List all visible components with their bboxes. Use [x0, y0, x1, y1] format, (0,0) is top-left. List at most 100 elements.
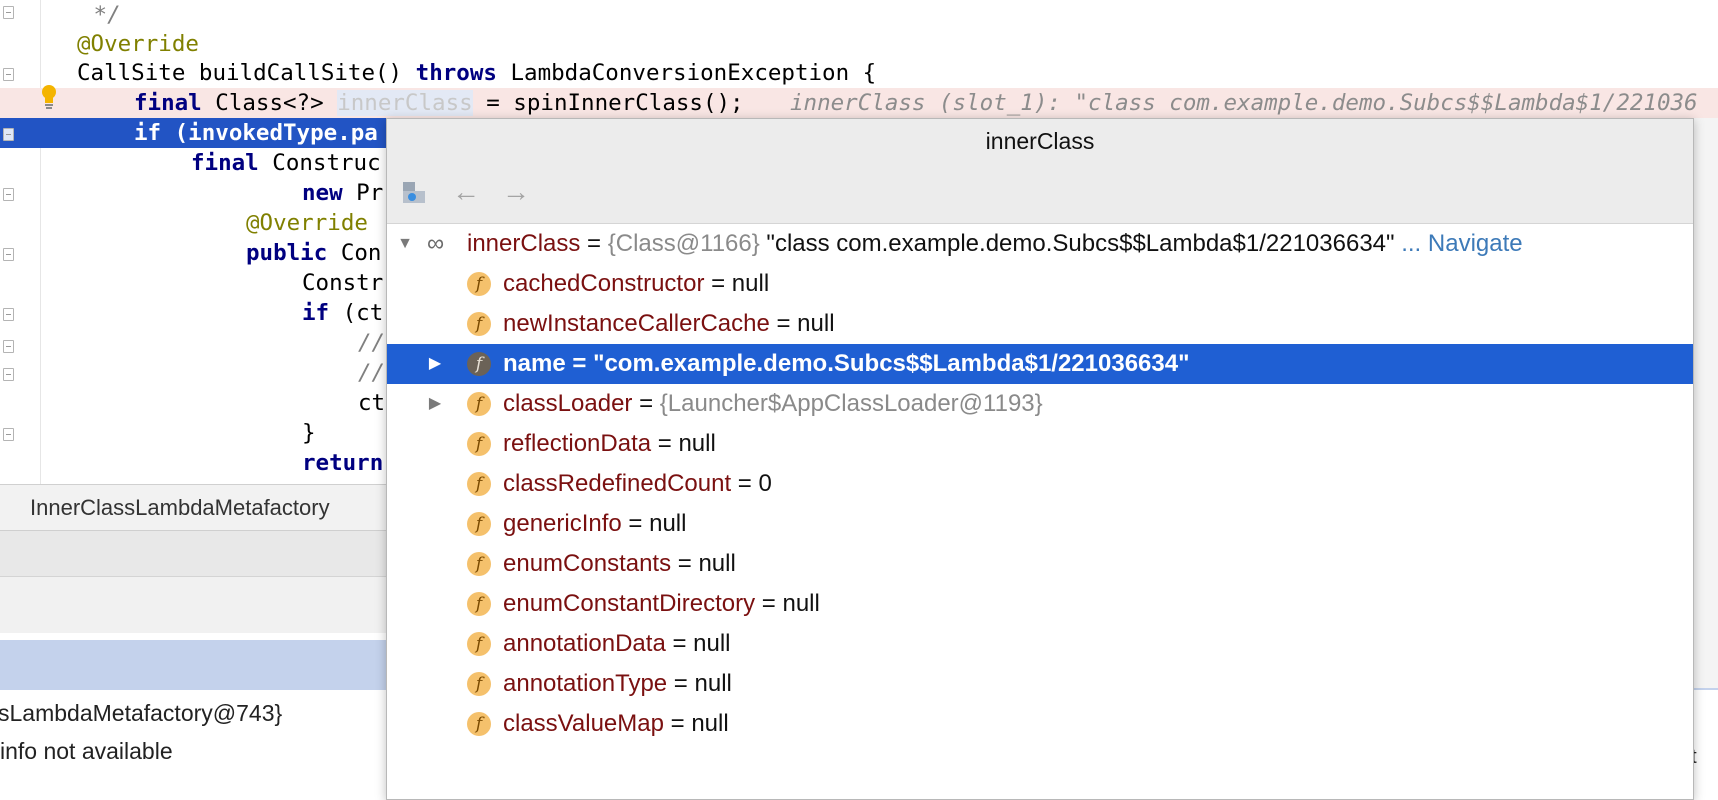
tree-field-row[interactable]: f annotationData = null: [387, 624, 1693, 664]
inline-debug-value: innerClass (slot_1): "class com.example.…: [790, 90, 1698, 116]
equals-sign: =: [731, 470, 759, 497]
field-value: null: [782, 590, 820, 617]
tree-field-row[interactable]: f reflectionData = null: [387, 424, 1693, 464]
equals-sign: =: [704, 270, 732, 297]
field-name: classValueMap: [503, 710, 664, 737]
field-label: name = "com.example.demo.Subcs$$Lambda$1…: [503, 344, 1189, 384]
field-icon: f: [467, 472, 491, 496]
tree-field-row[interactable]: ▶ f name = "com.example.demo.Subcs$$Lambda…: [387, 344, 1693, 384]
variable-usage-highlight[interactable]: innerClass: [337, 90, 473, 116]
tree-field-row[interactable]: f classRedefinedCount = 0: [387, 464, 1693, 504]
fold-marker-icon[interactable]: [3, 368, 14, 381]
field-icon: f: [467, 592, 491, 616]
code-text: (ct: [329, 300, 384, 326]
field-name: annotationType: [503, 670, 668, 697]
field-name: newInstanceCallerCache: [503, 310, 770, 337]
field-icon: f: [467, 512, 491, 536]
code-text: (invokedType.pa: [161, 120, 378, 146]
fold-marker-icon[interactable]: [3, 340, 14, 353]
field-label: newInstanceCallerCache = null: [503, 304, 835, 344]
equals-sign: =: [665, 630, 694, 657]
tree-field-row[interactable]: f enumConstants = null: [387, 544, 1693, 584]
keyword-text: throws: [415, 60, 497, 86]
variable-row[interactable]: info not available: [0, 738, 173, 765]
code-text: Pr: [342, 180, 384, 206]
breadcrumb-item[interactable]: InnerClassLambdaMetafactory: [30, 495, 330, 521]
navigate-link[interactable]: ... Navigate: [1401, 230, 1522, 257]
equals-sign: =: [663, 710, 692, 737]
chevron-down-icon[interactable]: ▼: [395, 224, 415, 264]
field-value: null: [731, 270, 770, 297]
code-line: */: [0, 0, 1718, 30]
arrow-left-icon[interactable]: ←: [451, 177, 481, 207]
field-name: genericInfo: [503, 510, 622, 537]
comment-text: */: [80, 2, 121, 28]
fold-marker-icon[interactable]: [3, 6, 14, 19]
field-name: classRedefinedCount: [503, 470, 732, 497]
root-value: "class com.example.demo.Subcs$$Lambda$1/…: [759, 230, 1395, 257]
field-name: enumConstants: [503, 550, 672, 577]
keyword-text: final: [191, 150, 259, 176]
keyword-text: public: [246, 240, 328, 266]
field-value: 0: [758, 470, 772, 497]
equals-sign: =: [632, 390, 660, 417]
object-browse-icon[interactable]: [401, 177, 431, 207]
popup-toolbar: ← →: [387, 163, 1693, 224]
field-name: annotationData: [503, 630, 666, 657]
field-icon: f: [467, 392, 491, 416]
variable-tree[interactable]: ▼ ∞ innerClass = {Class@1166} "class com…: [387, 224, 1693, 799]
tree-field-row[interactable]: ▶ f classLoader = {Launcher$AppClassLoader…: [387, 384, 1693, 424]
lightbulb-icon[interactable]: [40, 84, 58, 110]
side-scroll-area[interactable]: [1692, 118, 1718, 688]
chevron-right-icon[interactable]: ▶: [425, 384, 445, 424]
tree-field-row[interactable]: f cachedConstructor = null: [387, 264, 1693, 304]
field-label: classValueMap = null: [503, 704, 729, 744]
variable-row[interactable]: sLambdaMetafactory@743}: [0, 700, 282, 727]
field-label: enumConstantDirectory = null: [503, 584, 820, 624]
code-line: @Override: [0, 29, 1718, 59]
field-label: annotationType = null: [503, 664, 732, 704]
equals-sign: =: [565, 350, 594, 377]
tree-root-row[interactable]: ▼ ∞ innerClass = {Class@1166} "class com…: [387, 224, 1693, 264]
tree-field-row[interactable]: f classValueMap = null: [387, 704, 1693, 744]
keyword-text: new: [302, 180, 343, 206]
equals-sign: =: [651, 430, 679, 457]
tree-field-row[interactable]: f annotationType = null: [387, 664, 1693, 704]
keyword-text: return: [302, 450, 384, 476]
chevron-right-icon[interactable]: ▶: [425, 344, 445, 384]
code-text: Constr: [302, 270, 384, 296]
fold-marker-icon[interactable]: [3, 428, 14, 441]
comment-text: //: [358, 330, 386, 356]
fold-marker-icon[interactable]: [3, 68, 14, 81]
code-text: ct: [358, 390, 386, 416]
field-name: classLoader: [503, 390, 633, 417]
keyword-text: if: [302, 300, 330, 326]
code-text: LambdaConversionException {: [496, 60, 877, 86]
arrow-right-icon[interactable]: →: [501, 177, 531, 207]
code-text: Class<?>: [201, 90, 338, 116]
fold-marker-icon[interactable]: [3, 188, 14, 201]
field-name: cachedConstructor: [503, 270, 705, 297]
field-icon: f: [467, 352, 491, 376]
popup-title[interactable]: innerClass: [387, 119, 1693, 163]
keyword-text: final: [134, 90, 202, 116]
object-reference: {Class@1166}: [607, 230, 760, 257]
field-icon: f: [467, 312, 491, 336]
annotation-text: @Override: [77, 31, 199, 57]
field-icon: f: [467, 712, 491, 736]
equals-sign: =: [671, 550, 699, 577]
fold-marker-icon[interactable]: [3, 128, 14, 141]
field-value: null: [649, 510, 687, 537]
variable-inspector-popup[interactable]: innerClass ← → ▼ ∞ innerClass = {Class@1…: [386, 118, 1694, 800]
code-text: }: [302, 420, 316, 446]
fold-marker-icon[interactable]: [3, 308, 14, 321]
field-label: annotationData = null: [503, 624, 731, 664]
equals-sign: =: [769, 310, 798, 337]
field-name: name: [503, 350, 566, 377]
tree-field-row[interactable]: f newInstanceCallerCache = null: [387, 304, 1693, 344]
tree-field-row[interactable]: f enumConstantDirectory = null: [387, 584, 1693, 624]
fold-marker-icon[interactable]: [3, 248, 14, 261]
tree-field-row[interactable]: f genericInfo = null: [387, 504, 1693, 544]
field-label: enumConstants = null: [503, 544, 736, 584]
field-label: reflectionData = null: [503, 424, 716, 464]
